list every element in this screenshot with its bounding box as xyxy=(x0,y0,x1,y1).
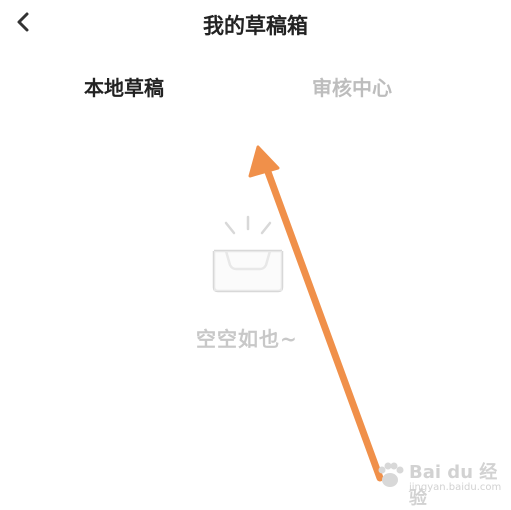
paw-logo-icon xyxy=(378,462,404,487)
page-title: 我的草稿箱 xyxy=(203,14,308,38)
tab-review-center[interactable]: 审核中心 xyxy=(312,72,392,101)
empty-message: 空空如也~ xyxy=(196,327,298,351)
empty-inbox-icon xyxy=(212,215,284,293)
tab-bar: 本地草稿 审核中心 xyxy=(0,72,511,104)
watermark: Bai du 经验 jingyan.baidu.com xyxy=(373,454,503,509)
tab-local-drafts[interactable]: 本地草稿 xyxy=(84,72,164,101)
nav-bar: 我的草稿箱 xyxy=(0,0,511,48)
empty-state: 空空如也~ xyxy=(0,215,511,365)
watermark-url: jingyan.baidu.com xyxy=(409,482,502,493)
